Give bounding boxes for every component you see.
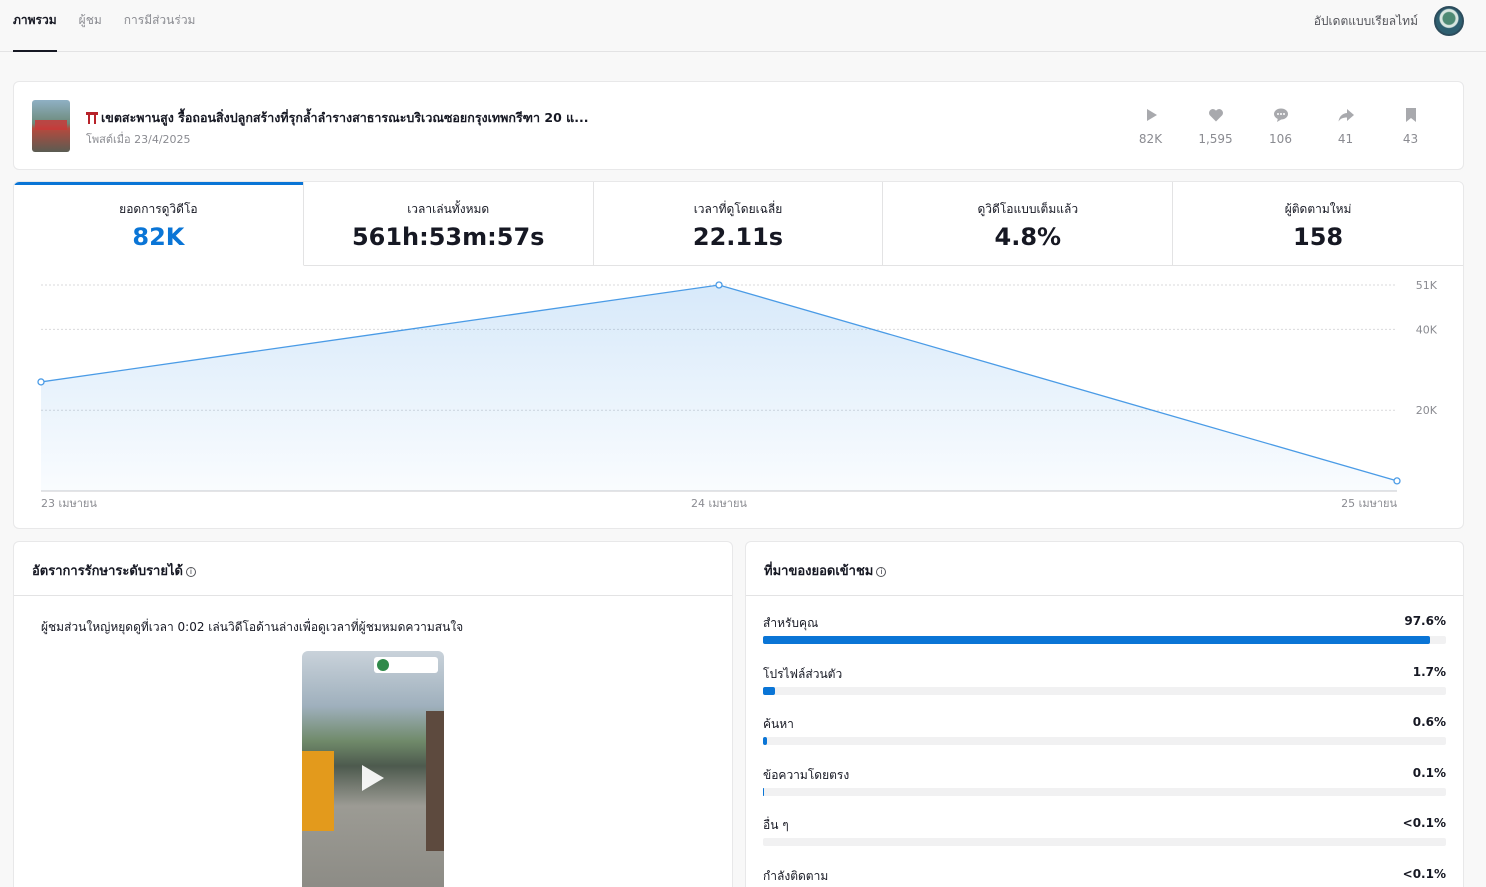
torii-icon: [86, 112, 98, 124]
comment-icon: [1273, 108, 1288, 122]
source-name: อื่น ๆ: [763, 818, 789, 832]
source-bar-fill: [763, 787, 765, 796]
stat-shares: 41: [1313, 106, 1378, 147]
stat-comments-value: 106: [1269, 132, 1292, 146]
source-bar-track: [763, 737, 1446, 745]
source-bar-track: [763, 838, 1446, 846]
stat-comments: 106: [1248, 106, 1313, 147]
source-bar-fill: [763, 686, 775, 695]
source-percent: 0.1%: [1412, 765, 1446, 780]
views-chart-svg: 51K 40K 20K 23 เมษายน 24 เมษายน 25 เมษายน: [37, 279, 1438, 510]
source-name: โปรไฟล์ส่วนตัว: [763, 666, 843, 681]
source-name: กำลังติดตาม: [763, 868, 829, 883]
source-bar-track: [763, 787, 1446, 796]
metric-label: เวลาเล่นทั้งหมด: [407, 202, 490, 216]
tab-engagement[interactable]: การมีส่วนร่วม: [124, 0, 196, 52]
stat-saves: 43: [1378, 106, 1443, 147]
metrics-panel: ยอดการดูวิดีโอ 82K เวลาเล่นทั้งหมด 561h:…: [13, 181, 1464, 529]
retention-title: อัตราการรักษาระดับรายได้: [32, 564, 183, 579]
stat-likes: 1,595: [1183, 106, 1248, 147]
y-tick-label: 51K: [1416, 279, 1438, 292]
tab-viewers[interactable]: ผู้ชม: [79, 0, 102, 52]
video-thumbnail[interactable]: [32, 100, 70, 152]
views-chart: 51K 40K 20K 23 เมษายน 24 เมษายน 25 เมษายน: [14, 267, 1463, 528]
sources-header: ที่มาของยอดเข้าชม i: [746, 542, 1463, 596]
bookmark-icon: [1405, 108, 1416, 122]
posted-date: โพสต์เมื่อ 23/4/2025: [86, 133, 191, 146]
sources-list: สำหรับคุณ 97.6% โปรไฟล์ส่วนตัว 1.7% ค้นห…: [763, 614, 1446, 887]
source-bar-track: [763, 636, 1446, 644]
metric-tabs: ยอดการดูวิดีโอ 82K เวลาเล่นทั้งหมด 561h:…: [14, 182, 1463, 266]
data-point: [37, 378, 45, 386]
retention-header: อัตราการรักษาระดับรายได้ i: [14, 542, 732, 596]
sources-title: ที่มาของยอดเข้าชม: [764, 564, 874, 579]
data-point: [715, 281, 723, 289]
retention-video-player[interactable]: [302, 651, 444, 887]
stat-saves-value: 43: [1402, 132, 1419, 146]
top-nav: ภาพรวม ผู้ชม การมีส่วนร่วม อัปเดตแบบเรีย…: [0, 0, 1486, 52]
source-name: ข้อความโดยตรง: [763, 767, 850, 782]
info-icon[interactable]: i: [185, 567, 196, 577]
tab-overview[interactable]: ภาพรวม: [13, 0, 57, 52]
source-row: ค้นหา 0.6%: [763, 715, 1446, 766]
stat-shares-value: 41: [1337, 132, 1354, 146]
source-percent: 97.6%: [1404, 614, 1446, 628]
source-row: โปรไฟล์ส่วนตัว 1.7%: [763, 665, 1446, 716]
realtime-update-label: อัปเดตแบบเรียลไทม์: [1313, 14, 1418, 28]
metric-tab-video-views[interactable]: ยอดการดูวิดีโอ 82K: [14, 182, 304, 266]
source-row: กำลังติดตาม <0.1%: [763, 867, 1446, 887]
source-percent: 1.7%: [1412, 664, 1446, 679]
video-title-row[interactable]: เขตสะพานสูง รื้อถอนสิ่งปลูกสร้างที่รุกล้…: [86, 108, 588, 128]
metric-tab-watched-full-video[interactable]: ดูวิดีโอแบบเต็มแล้ว 4.8%: [883, 182, 1174, 265]
retention-card: อัตราการรักษาระดับรายได้ i ผู้ชมส่วนใหญ่ห…: [13, 541, 733, 887]
source-row: สำหรับคุณ 97.6%: [763, 614, 1446, 665]
source-row: ข้อความโดยตรง 0.1%: [763, 766, 1446, 817]
metric-value: 158: [1293, 223, 1344, 251]
stat-likes-value: 1,595: [1198, 132, 1233, 146]
avatar[interactable]: [1434, 6, 1464, 36]
source-bar-track: [763, 686, 1446, 695]
metric-value: 4.8%: [994, 223, 1062, 251]
stat-views: 82K: [1118, 106, 1183, 147]
play-icon[interactable]: [362, 765, 384, 791]
source-percent: <0.1%: [1402, 866, 1446, 881]
video-stats: 82K 1,595 106 41 43: [1118, 106, 1443, 147]
y-tick-label: 40K: [1416, 323, 1438, 336]
traffic-sources-card: ที่มาของยอดเข้าชม i สำหรับคุณ 97.6% โปรไฟ…: [745, 541, 1464, 887]
source-row: อื่น ๆ <0.1%: [763, 816, 1446, 867]
nav-tabs: ภาพรวม ผู้ชม การมีส่วนร่วม: [13, 0, 217, 52]
metric-tab-average-watch-time[interactable]: เวลาที่ดูโดยเฉลี่ย 22.11s: [593, 182, 884, 265]
data-point: [1393, 477, 1401, 485]
retention-description: ผู้ชมส่วนใหญ่หยุดดูที่เวลา 0:02 เล่นวิดี…: [41, 620, 464, 634]
views-area: [41, 285, 1397, 491]
x-tick-label: 24 เมษายน: [691, 497, 747, 510]
metric-value: 561h:53m:57s: [351, 223, 545, 251]
metric-value: 82K: [132, 223, 185, 251]
y-tick-label: 20K: [1416, 404, 1438, 417]
source-name: ค้นหา: [763, 717, 794, 731]
info-icon[interactable]: i: [876, 567, 887, 577]
source-percent: 0.6%: [1412, 715, 1446, 729]
stat-views-value: 82K: [1138, 132, 1163, 146]
source-percent: <0.1%: [1402, 816, 1446, 830]
share-icon: [1338, 109, 1354, 122]
source-name: สำหรับคุณ: [763, 616, 819, 630]
play-icon: [1146, 109, 1157, 121]
metric-tab-total-play-time[interactable]: เวลาเล่นทั้งหมด 561h:53m:57s: [303, 182, 594, 265]
channel-logo: [374, 657, 438, 673]
metric-label: ยอดการดูวิดีโอ: [119, 202, 198, 216]
metric-label: เวลาที่ดูโดยเฉลี่ย: [693, 202, 783, 216]
heart-icon: [1208, 109, 1223, 122]
metric-value: 22.11s: [692, 223, 784, 251]
video-summary-card: เขตสะพานสูง รื้อถอนสิ่งปลูกสร้างที่รุกล้…: [13, 81, 1464, 170]
metric-tab-new-followers[interactable]: ผู้ติดตามใหม่ 158: [1173, 182, 1463, 265]
source-bar-fill: [763, 636, 1430, 644]
source-bar-fill: [763, 737, 768, 745]
metric-label: ผู้ติดตามใหม่: [1284, 202, 1352, 216]
metric-label: ดูวิดีโอแบบเต็มแล้ว: [977, 202, 1079, 216]
x-tick-label: 23 เมษายน: [41, 497, 97, 510]
video-title: เขตสะพานสูง รื้อถอนสิ่งปลูกสร้างที่รุกล้…: [101, 110, 589, 125]
x-tick-label: 25 เมษายน: [1341, 497, 1397, 510]
